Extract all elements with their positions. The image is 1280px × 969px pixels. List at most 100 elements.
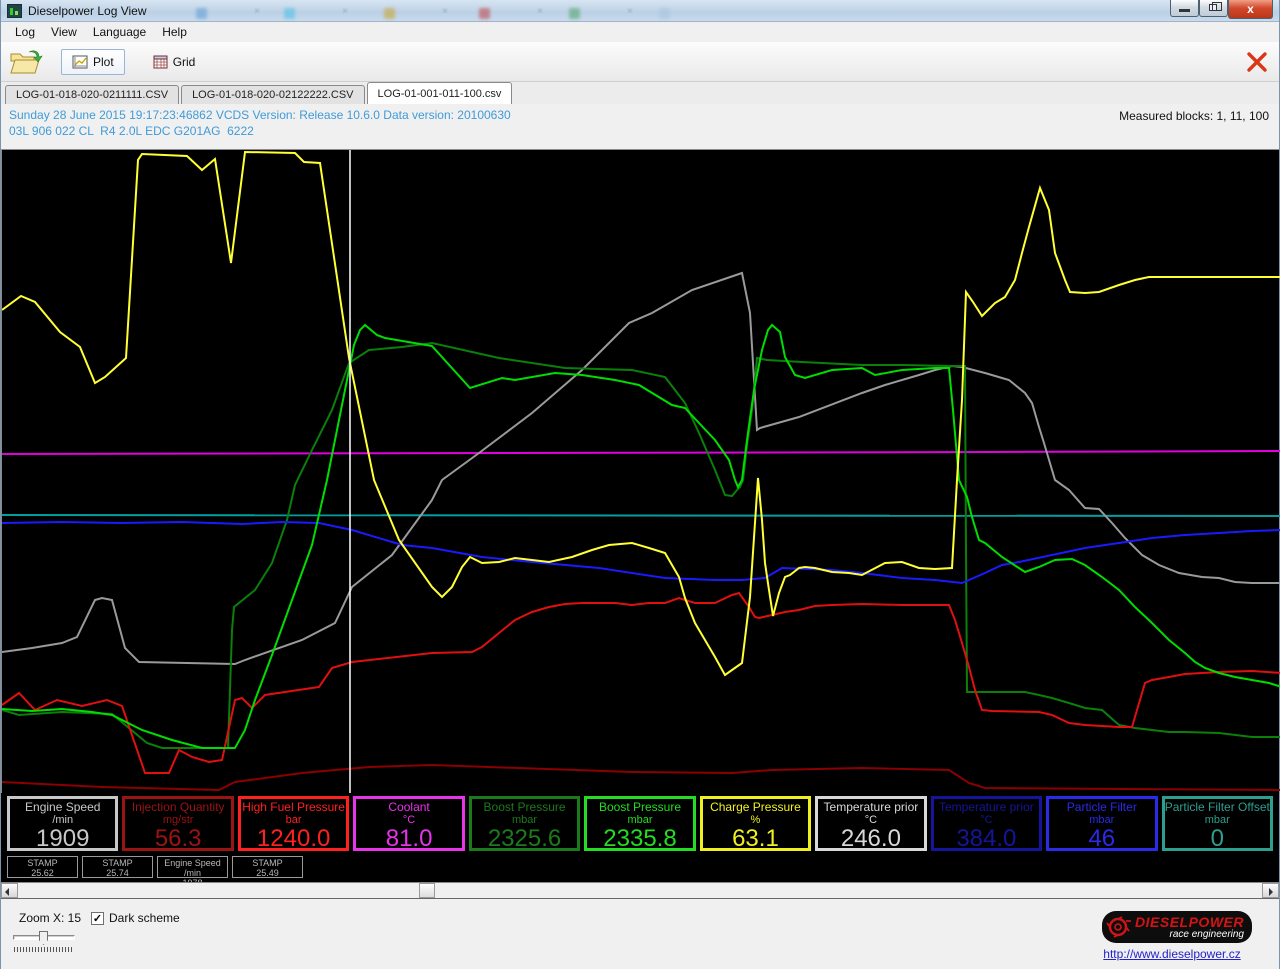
log-info-bar: Sunday 28 June 2015 19:17:23:46862 VCDS … — [1, 104, 1279, 150]
panel-value: 81.0 — [356, 826, 461, 851]
logo-title: DIESELPOWER — [1132, 915, 1244, 930]
background-tab-close-icon: × — [442, 6, 448, 17]
panel-value: 2335.8 — [587, 826, 692, 851]
stamp-value: 25.49 — [233, 868, 302, 878]
background-tab-close-icon: × — [627, 6, 633, 17]
measurement-panel[interactable]: Boost Pressure mbar 2335.8 — [584, 796, 695, 851]
panel-value: 0 — [1165, 826, 1270, 851]
panel-name: Temperature prior — [934, 800, 1039, 814]
minimize-icon — [1179, 9, 1190, 12]
log-header-line2: 03L 906 022 CL R4 2.0L EDC G201AG 6222 — [9, 123, 1271, 139]
scroll-left-button[interactable] — [1, 883, 18, 898]
menu-item[interactable]: Log — [7, 23, 43, 41]
background-tab-icon — [196, 8, 207, 19]
file-tab[interactable]: LOG-01-001-011-100.csv — [367, 82, 513, 104]
zoom-x-slider[interactable] — [13, 931, 75, 945]
file-tab[interactable]: LOG-01-018-020-02122222.CSV — [181, 85, 364, 104]
logo-subtitle: race engineering — [1132, 930, 1244, 940]
plot-button[interactable]: Plot — [61, 49, 125, 75]
background-browser-tabs: × × × × × — [176, 2, 1136, 20]
panel-name: Boost Pressure — [472, 800, 577, 814]
stamp-box: STAMP 25.49 — [232, 856, 303, 878]
dark-scheme-label: Dark scheme — [109, 911, 180, 925]
measurement-panel[interactable]: Particle Filter mbar 46 — [1046, 796, 1157, 851]
panel-value: 56.3 — [125, 826, 230, 851]
app-icon — [7, 4, 22, 18]
scroll-right-icon — [1269, 888, 1273, 896]
log-plot-svg[interactable] — [2, 150, 1280, 793]
scroll-left-icon — [5, 888, 9, 896]
series-boost-pressure-actual- — [2, 325, 1280, 748]
horizontal-scrollbar[interactable] — [1, 882, 1279, 899]
measurement-panel[interactable]: Engine Speed /min 1909 — [7, 796, 118, 851]
stamp-box: STAMP 25.74 — [82, 856, 153, 878]
grid-button[interactable]: Grid — [143, 50, 206, 74]
stamp-label: STAMP — [8, 858, 77, 868]
dark-scheme-checkbox[interactable]: ✓ — [91, 912, 104, 925]
scroll-right-button[interactable] — [1262, 883, 1279, 898]
measurement-panel[interactable]: Particle Filter Offset mbar 0 — [1162, 796, 1273, 851]
window-controls: x — [1170, 0, 1273, 19]
slider-ticks — [14, 947, 74, 952]
footer-panel: Zoom X: 15 ✓ Dark scheme DIESELPOWER rac… — [1, 899, 1279, 969]
plot-button-label: Plot — [93, 55, 114, 69]
panel-value: 46 — [1049, 826, 1154, 851]
series-coolant — [2, 451, 1280, 454]
stamp-label: Engine Speed /min — [158, 858, 227, 878]
measurement-panel[interactable]: Coolant °C 81.0 — [353, 796, 464, 851]
panel-name: Charge Pressure — [703, 800, 808, 814]
measurement-panel[interactable]: Injection Quantity mg/str 56.3 — [122, 796, 233, 851]
panel-value: 384.0 — [934, 826, 1039, 851]
menu-bar: LogViewLanguageHelp — [1, 22, 1279, 42]
series-injection-quantity — [2, 765, 1280, 790]
background-tab-close-icon: × — [342, 6, 348, 17]
log-plot-area[interactable] — [1, 150, 1280, 793]
stamp-label: STAMP — [233, 858, 302, 868]
measurement-panels: Engine Speed /min 1909 Injection Quantit… — [1, 793, 1279, 855]
background-tab-close-icon: × — [254, 6, 260, 17]
measurement-panel[interactable]: Temperature prior °C 246.0 — [815, 796, 926, 851]
plot-region: Engine Speed /min 1909 Injection Quantit… — [1, 150, 1279, 882]
panel-value: 63.1 — [703, 826, 808, 851]
measurement-panel[interactable]: High Fuel Pressure bar 1240.0 — [238, 796, 349, 851]
measurement-panel[interactable]: Charge Pressure % 63.1 — [700, 796, 811, 851]
scrollbar-thumb[interactable] — [419, 883, 435, 898]
measurement-panel[interactable]: Temperature prior °C 384.0 — [931, 796, 1042, 851]
toolbar: Plot Grid — [1, 42, 1279, 82]
slider-thumb[interactable] — [39, 931, 48, 945]
window-title: Dieselpower Log View — [28, 4, 147, 18]
background-tab-icon — [479, 8, 490, 19]
restore-icon — [1209, 4, 1217, 11]
menu-item[interactable]: Help — [154, 23, 195, 41]
grid-button-label: Grid — [173, 55, 196, 69]
measurement-panel[interactable]: Boost Pressure mbar 2325.6 — [469, 796, 580, 851]
menu-item[interactable]: View — [43, 23, 85, 41]
minimize-button[interactable] — [1170, 0, 1199, 17]
panel-name: Particle Filter — [1049, 800, 1154, 814]
series-temperature-prior — [2, 273, 1280, 664]
dieselpower-link[interactable]: http://www.dieselpower.cz — [1097, 947, 1247, 961]
panel-name: Particle Filter Offset — [1165, 800, 1270, 814]
background-tab-close-icon: × — [537, 6, 543, 17]
panel-name: Temperature prior — [818, 800, 923, 814]
menu-item[interactable]: Language — [85, 23, 154, 41]
restore-button[interactable] — [1199, 0, 1228, 17]
close-icon: x — [1229, 0, 1272, 17]
stamp-box: Engine Speed /min 1978 — [157, 856, 228, 878]
series-charge-pressure — [2, 152, 1280, 675]
background-tab-icon — [659, 8, 670, 19]
file-tab[interactable]: LOG-01-018-020-0211111.CSV — [5, 85, 179, 104]
panel-value: 246.0 — [818, 826, 923, 851]
open-file-icon[interactable] — [9, 48, 43, 76]
stamp-box: STAMP 25.62 — [7, 856, 78, 878]
close-button[interactable]: x — [1228, 0, 1273, 19]
measured-blocks: Measured blocks: 1, 11, 100 — [1119, 109, 1269, 123]
grid-icon — [153, 55, 168, 69]
log-header-line1: Sunday 28 June 2015 19:17:23:46862 VCDS … — [9, 107, 1271, 123]
panel-name: Boost Pressure — [587, 800, 692, 814]
series-particle-filter-offset — [2, 515, 1280, 516]
stamp-value: 25.62 — [8, 868, 77, 878]
background-tab-icon — [384, 8, 395, 19]
close-log-icon[interactable] — [1245, 51, 1269, 73]
panel-name: Coolant — [356, 800, 461, 814]
